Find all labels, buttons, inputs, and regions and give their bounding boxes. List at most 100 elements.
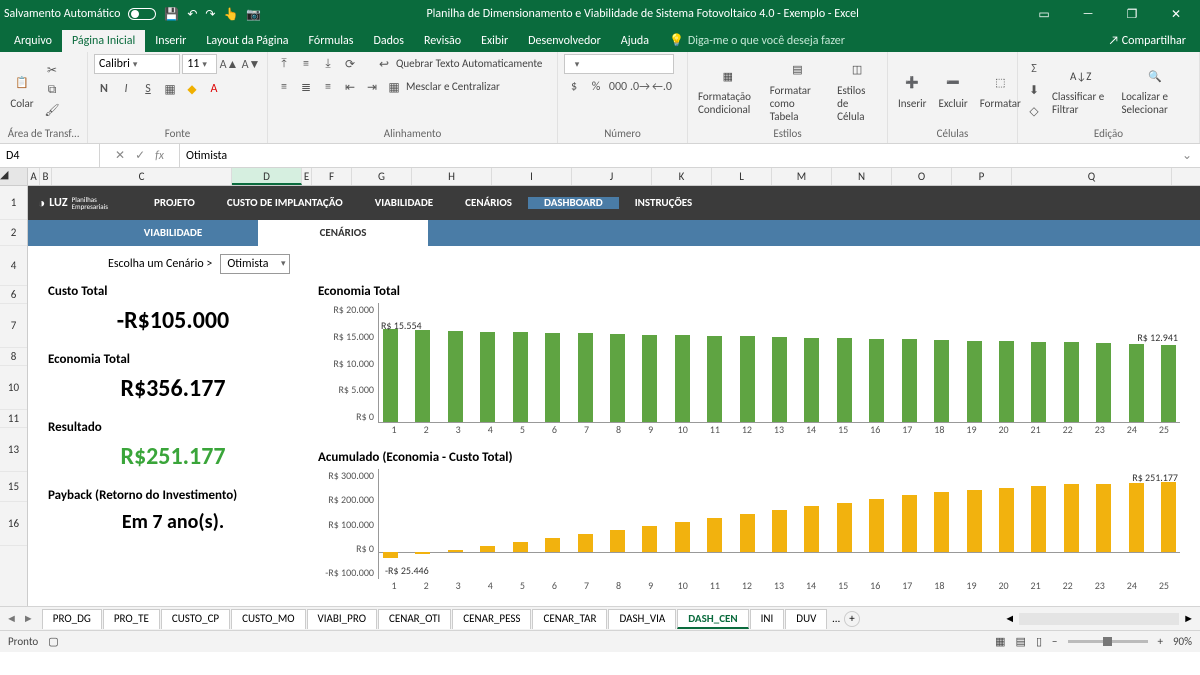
maximize-icon[interactable]: ❐ xyxy=(1112,0,1152,28)
row-header-13[interactable]: 13 xyxy=(0,428,27,472)
format-painter-icon[interactable]: 🖌 xyxy=(42,100,62,120)
format-table-button[interactable]: ▤Formatar como Tabela xyxy=(766,56,829,125)
row-header-11[interactable]: 11 xyxy=(0,410,27,428)
zoom-slider[interactable] xyxy=(1068,640,1148,643)
align-top-icon[interactable]: ⤒ xyxy=(274,54,294,74)
subnav-cenarios[interactable]: CENÁRIOS xyxy=(258,220,428,246)
formula-input[interactable]: Otimista xyxy=(180,149,1174,163)
sheet-tab-PRO_DG[interactable]: PRO_DG xyxy=(42,609,102,629)
tab-review[interactable]: Revisão xyxy=(414,30,471,52)
decrease-indent-icon[interactable]: ⇤ xyxy=(340,77,360,97)
horizontal-scrollbar[interactable] xyxy=(1019,613,1179,625)
save-icon[interactable]: 💾 xyxy=(164,7,179,22)
view-pagebreak-icon[interactable]: ▯ xyxy=(1036,635,1042,648)
tell-me[interactable]: 💡Diga-me o que você deseja fazer xyxy=(659,29,855,52)
fill-icon[interactable]: ⬇ xyxy=(1024,80,1044,100)
sheet-tab-CENAR_OTI[interactable]: CENAR_OTI xyxy=(378,609,451,629)
col-header-P[interactable]: P xyxy=(952,168,1012,185)
tab-data[interactable]: Dados xyxy=(363,30,413,52)
row-header-10[interactable]: 10 xyxy=(0,366,27,410)
percent-icon[interactable]: % xyxy=(586,77,606,97)
orientation-icon[interactable]: ⟳ xyxy=(340,54,360,74)
font-color-icon[interactable]: A xyxy=(204,79,224,99)
increase-decimal-icon[interactable]: .0→ xyxy=(630,77,650,97)
nav-dashboard[interactable]: DASHBOARD xyxy=(528,197,619,209)
row-header-8[interactable]: 8 xyxy=(0,348,27,366)
sheet-tab-DASH_CEN[interactable]: DASH_CEN xyxy=(677,609,748,629)
col-header-O[interactable]: O xyxy=(892,168,952,185)
col-header-C[interactable]: C xyxy=(52,168,232,185)
increase-font-icon[interactable]: A▲ xyxy=(219,54,239,74)
tab-formulas[interactable]: Fórmulas xyxy=(299,30,364,52)
row-header-16[interactable]: 16 xyxy=(0,502,27,546)
autosum-icon[interactable]: Σ xyxy=(1024,59,1044,79)
zoom-in-icon[interactable]: + xyxy=(1158,635,1163,648)
wrap-text-icon[interactable]: ↩ xyxy=(374,54,394,74)
new-sheet-icon[interactable]: + xyxy=(844,611,860,627)
tab-view[interactable]: Exibir xyxy=(471,30,518,52)
align-middle-icon[interactable]: ≡ xyxy=(296,54,316,74)
minimize-icon[interactable]: — xyxy=(1068,0,1108,28)
col-header-H[interactable]: H xyxy=(412,168,492,185)
col-header-G[interactable]: G xyxy=(352,168,412,185)
accept-formula-icon[interactable]: ✓ xyxy=(135,148,145,163)
close-icon[interactable]: ✕ xyxy=(1156,0,1196,28)
row-header-2[interactable]: 2 xyxy=(0,220,27,246)
paste-button[interactable]: 📋 Colar xyxy=(6,69,38,112)
nav-instrucoes[interactable]: INSTRUÇÕES xyxy=(619,197,708,209)
scenario-dropdown[interactable]: Otimista xyxy=(220,254,289,274)
sheet-tab-DUV[interactable]: DUV xyxy=(785,609,827,629)
subnav-viabilidade[interactable]: VIABILIDADE xyxy=(88,220,258,246)
redo-icon[interactable]: ↷ xyxy=(205,7,215,22)
conditional-formatting-button[interactable]: ▦Formatação Condicional xyxy=(694,62,762,118)
decrease-decimal-icon[interactable]: ←.0 xyxy=(652,77,672,97)
cell-styles-button[interactable]: ◫Estilos de Célula xyxy=(833,56,881,125)
sheet-tab-DASH_VIA[interactable]: DASH_VIA xyxy=(608,609,676,629)
share-button[interactable]: ↗ Compartilhar xyxy=(1098,30,1196,52)
tab-developer[interactable]: Desenvolvedor xyxy=(518,30,611,52)
col-header-Q[interactable]: Q xyxy=(1012,168,1172,185)
col-header-J[interactable]: J xyxy=(572,168,652,185)
increase-indent-icon[interactable]: ⇥ xyxy=(362,77,382,97)
sheet-tab-CUSTO_MO[interactable]: CUSTO_MO xyxy=(231,609,305,629)
zoom-out-icon[interactable]: − xyxy=(1052,635,1057,648)
undo-icon[interactable]: ↶ xyxy=(187,7,197,22)
merge-icon[interactable]: ▦ xyxy=(384,77,404,97)
find-select-button[interactable]: 🔍Localizar e Selecionar xyxy=(1117,62,1193,118)
tab-layout[interactable]: Layout da Página xyxy=(196,30,298,52)
underline-icon[interactable]: S xyxy=(138,79,158,99)
col-header-N[interactable]: N xyxy=(832,168,892,185)
row-header-6[interactable]: 6 xyxy=(0,286,27,304)
font-size-select[interactable]: 11 xyxy=(182,54,217,74)
clear-icon[interactable]: ◇ xyxy=(1024,101,1044,121)
sheet-tab-INI[interactable]: INI xyxy=(750,609,785,629)
sheet-tab-CENAR_TAR[interactable]: CENAR_TAR xyxy=(532,609,607,629)
nav-projeto[interactable]: PROJETO xyxy=(138,197,211,209)
align-right-icon[interactable]: ≡ xyxy=(318,77,338,97)
tab-nav-first-icon[interactable]: ◄ xyxy=(6,612,17,625)
hscroll-right-icon[interactable]: ► xyxy=(1183,612,1194,625)
view-normal-icon[interactable]: ▦ xyxy=(995,635,1005,648)
decrease-font-icon[interactable]: A▼ xyxy=(241,54,261,74)
camera-icon[interactable]: 📷 xyxy=(246,7,261,22)
sheet-tab-CUSTO_CP[interactable]: CUSTO_CP xyxy=(161,609,230,629)
tab-home[interactable]: Página Inicial xyxy=(62,30,145,52)
thousands-icon[interactable]: 000 xyxy=(608,77,628,97)
col-header-K[interactable]: K xyxy=(652,168,712,185)
col-header-B[interactable]: B xyxy=(40,168,52,185)
align-center-icon[interactable]: ≣ xyxy=(296,77,316,97)
name-box[interactable]: D4 xyxy=(0,144,100,167)
align-left-icon[interactable]: ≡ xyxy=(274,77,294,97)
grid[interactable]: ◑ LUZPlanilhas Empresariais PROJETO CUST… xyxy=(28,186,1200,606)
insert-cells-button[interactable]: ➕Inserir xyxy=(894,69,931,112)
ribbon-options-icon[interactable]: ▭ xyxy=(1024,0,1064,28)
tab-insert[interactable]: Inserir xyxy=(145,30,196,52)
select-all-corner[interactable]: ◢ xyxy=(0,168,28,185)
currency-icon[interactable]: $ xyxy=(564,77,584,97)
touch-icon[interactable]: 👆 xyxy=(223,7,238,22)
expand-formula-icon[interactable]: ⌄ xyxy=(1174,148,1200,163)
col-header-A[interactable]: A xyxy=(28,168,40,185)
delete-cells-button[interactable]: ➖Excluir xyxy=(935,69,972,112)
row-header-4[interactable]: 4 xyxy=(0,246,27,286)
autosave-toggle[interactable] xyxy=(128,8,156,20)
